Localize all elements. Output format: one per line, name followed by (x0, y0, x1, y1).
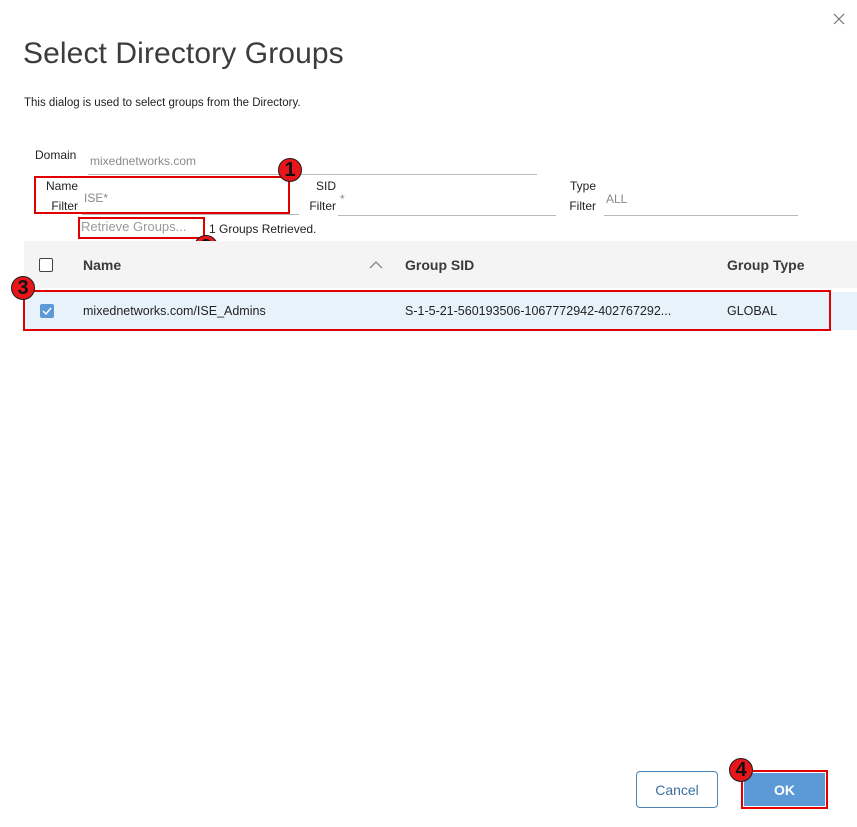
checkmark-icon (42, 307, 52, 316)
row-group-type: GLOBAL (727, 304, 778, 318)
column-header-group-sid[interactable]: Group SID (405, 257, 474, 273)
annotation-badge-1: 1 (278, 158, 302, 182)
retrieved-status: 1 Groups Retrieved. (209, 222, 317, 236)
name-filter-label: Name Filter (45, 179, 78, 213)
retrieve-groups-button[interactable]: Retrieve Groups... (81, 219, 187, 234)
cancel-button[interactable]: Cancel (636, 771, 718, 808)
table-header: Name Group SID Group Type (24, 241, 857, 288)
sid-filter-label: SID Filter (309, 179, 336, 213)
sid-filter-input[interactable] (338, 182, 556, 216)
dialog-description: This dialog is used to select groups fro… (24, 97, 301, 109)
type-filter-label: Type Filter (569, 179, 596, 213)
select-all-checkbox[interactable] (39, 258, 53, 272)
domain-label: Domain (35, 148, 77, 162)
annotation-badge-4: 4 (729, 758, 753, 782)
table-row[interactable]: mixednetworks.com/ISE_Admins S-1-5-21-56… (24, 292, 857, 330)
row-name: mixednetworks.com/ISE_Admins (83, 304, 266, 318)
row-group-sid: S-1-5-21-560193506-1067772942-402767292.… (405, 304, 672, 318)
annotation-badge-3: 3 (11, 276, 35, 300)
column-header-name[interactable]: Name (83, 257, 121, 273)
ok-button[interactable]: OK (744, 773, 825, 806)
close-icon[interactable] (831, 11, 847, 27)
column-header-group-type[interactable]: Group Type (727, 257, 805, 273)
name-filter-input[interactable] (82, 182, 299, 215)
row-checkbox[interactable] (40, 304, 54, 318)
domain-field[interactable] (88, 148, 537, 175)
dialog-title: Select Directory Groups (23, 37, 344, 70)
type-filter-select[interactable] (604, 182, 798, 216)
sort-asc-icon[interactable] (369, 260, 383, 270)
